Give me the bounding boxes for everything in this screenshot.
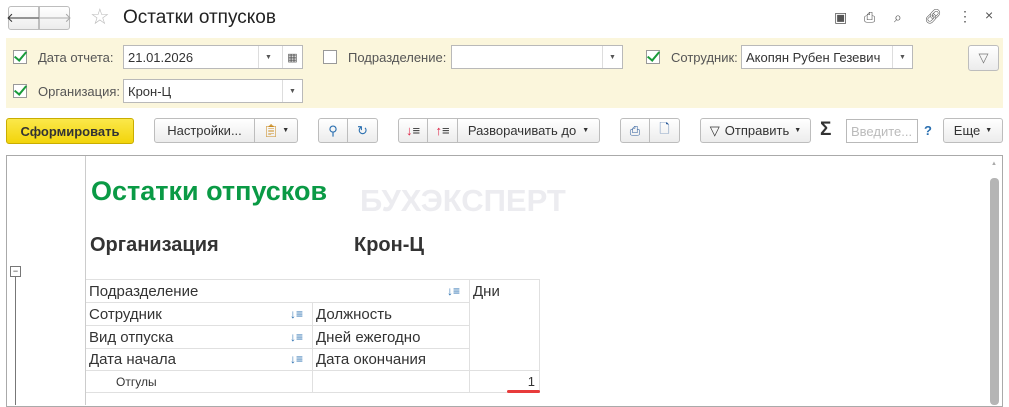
chevron-down-icon[interactable]: ▼ xyxy=(282,80,302,102)
header-days-yearly: Дней ежегодно xyxy=(313,326,470,349)
header-leave-type: Вид отпуска xyxy=(86,326,313,349)
highlight-underline xyxy=(507,390,540,393)
header-start-date-text: Дата начала xyxy=(89,351,176,368)
report-date-value: 21.01.2026 xyxy=(128,49,194,65)
chevron-down-icon: ▼ xyxy=(582,127,590,134)
generate-button[interactable]: Сформировать xyxy=(6,118,134,144)
header-position-text: Должность xyxy=(316,305,392,323)
header-position: Должность xyxy=(313,303,470,326)
department-input[interactable]: ▼ xyxy=(451,45,623,69)
row-empty xyxy=(313,371,470,393)
preview-icon[interactable]: ⌕ xyxy=(894,9,902,26)
more-vert-icon[interactable]: ⋮ xyxy=(958,8,972,25)
window-title: Остатки отпусков xyxy=(123,7,276,28)
chevron-down-icon[interactable]: ▼ xyxy=(258,46,278,68)
sort-desc-icon: ↓ xyxy=(405,123,413,138)
find-button[interactable]: ⚲ xyxy=(318,118,348,143)
sort-icon[interactable]: ↓≡ xyxy=(290,330,303,344)
row-label: Отгулы xyxy=(86,371,313,393)
header-days-yearly-text: Дней ежегодно xyxy=(316,328,421,346)
back-button[interactable]: 🡐 xyxy=(6,6,41,30)
search-icon: ⚲ xyxy=(328,122,338,138)
report-date-label: Дата отчета: xyxy=(38,50,114,65)
header-employee-text: Сотрудник xyxy=(89,305,162,323)
sort-icon[interactable]: ↓≡ xyxy=(290,352,303,366)
chevron-down-icon[interactable]: ▼ xyxy=(602,46,622,68)
favorite-star-icon[interactable]: ☆ xyxy=(90,4,110,30)
org-value: Крон-Ц xyxy=(354,234,424,256)
help-icon[interactable]: ? xyxy=(924,123,932,138)
sum-placeholder: Введите... xyxy=(851,123,913,139)
more-label: Еще xyxy=(953,123,981,138)
sum-input[interactable]: Введите... xyxy=(846,119,918,143)
save-icon[interactable]: ▣ xyxy=(834,9,847,26)
sort-desc-button[interactable]: ↓ ≡ xyxy=(398,118,428,143)
header-end-date: Дата окончания xyxy=(313,349,470,371)
sort-asc-button[interactable]: ↑ ≡ xyxy=(427,118,458,143)
preview-button[interactable]: 🗋 xyxy=(649,118,680,143)
header-leave-type-text: Вид отпуска xyxy=(89,328,174,346)
settings-button[interactable]: Настройки... xyxy=(154,118,255,143)
header-end-date-text: Дата окончания xyxy=(316,351,427,368)
variants-button[interactable]: 📋︎ ▼ xyxy=(254,118,298,143)
sigma-icon[interactable]: Σ xyxy=(820,119,831,141)
send-label: Отправить xyxy=(724,123,790,138)
scrollbar-up-arrow[interactable]: ▲ xyxy=(991,161,997,167)
header-start-date: Дата начала xyxy=(86,349,313,371)
employee-checkbox[interactable] xyxy=(646,50,660,64)
expand-to-label: Разворачивать до xyxy=(467,123,577,138)
print-button[interactable]: ⎙ xyxy=(620,118,650,143)
print-preview-icon: 🗋 xyxy=(659,120,670,136)
department-checkbox[interactable] xyxy=(323,50,337,64)
organization-input[interactable]: Крон-Ц ▼ xyxy=(123,79,303,103)
group-line xyxy=(15,277,16,405)
sort-icon[interactable]: ↓≡ xyxy=(447,284,460,298)
collapse-group-button[interactable]: − xyxy=(10,266,21,277)
calendar-icon[interactable]: ▦ xyxy=(282,46,302,68)
clipboard-icon: 📋︎ xyxy=(262,122,280,138)
sort-asc-icon: ↑ xyxy=(435,123,442,138)
department-label: Подразделение: xyxy=(348,50,447,65)
close-icon[interactable]: × xyxy=(985,7,993,23)
filter-button[interactable]: ▽ xyxy=(968,45,999,71)
more-button[interactable]: Еще ▼ xyxy=(943,118,1003,143)
row-value-text: 1 xyxy=(527,374,535,389)
employee-input[interactable]: Акопян Рубен Гезевич ▼ xyxy=(741,45,913,69)
vertical-scrollbar-thumb[interactable] xyxy=(990,178,999,405)
header-employee: Сотрудник xyxy=(86,303,313,326)
watermark-logo: БУХЭКСПЕРТ xyxy=(360,183,566,218)
forward-button[interactable]: 🡒 xyxy=(37,6,72,30)
send-button[interactable]: ▽ Отправить ▼ xyxy=(700,118,811,143)
print-icon: ⎙ xyxy=(629,122,641,138)
header-department-text: Подразделение xyxy=(89,282,199,300)
report-title: Остатки отпусков xyxy=(91,176,328,206)
header-department: Подразделение xyxy=(86,280,470,303)
header-days-text: Дни xyxy=(473,283,500,300)
expand-to-button[interactable]: Разворачивать до ▼ xyxy=(457,118,600,143)
sort-icon[interactable]: ↓≡ xyxy=(290,307,303,321)
employee-value: Акопян Рубен Гезевич xyxy=(746,49,881,65)
report-date-input[interactable]: 21.01.2026 ▼ ▦ xyxy=(123,45,303,69)
report-date-checkbox[interactable] xyxy=(13,50,27,64)
send-icon: ▽ xyxy=(709,122,720,138)
row-label-text: Отгулы xyxy=(116,374,157,389)
organization-value: Крон-Ц xyxy=(128,83,172,99)
link-icon[interactable]: 🔗︎ xyxy=(924,8,942,25)
employee-label: Сотрудник: xyxy=(671,50,738,65)
print-icon[interactable]: ⎙ xyxy=(864,9,875,26)
chevron-down-icon[interactable]: ▼ xyxy=(892,46,912,68)
search-next-icon: ↻ xyxy=(357,122,368,138)
org-label: Организация xyxy=(90,234,219,256)
organization-label: Организация: xyxy=(38,84,121,99)
organization-checkbox[interactable] xyxy=(13,84,27,98)
find-next-button[interactable]: ↻ xyxy=(347,118,378,143)
header-days: Дни xyxy=(470,280,540,371)
